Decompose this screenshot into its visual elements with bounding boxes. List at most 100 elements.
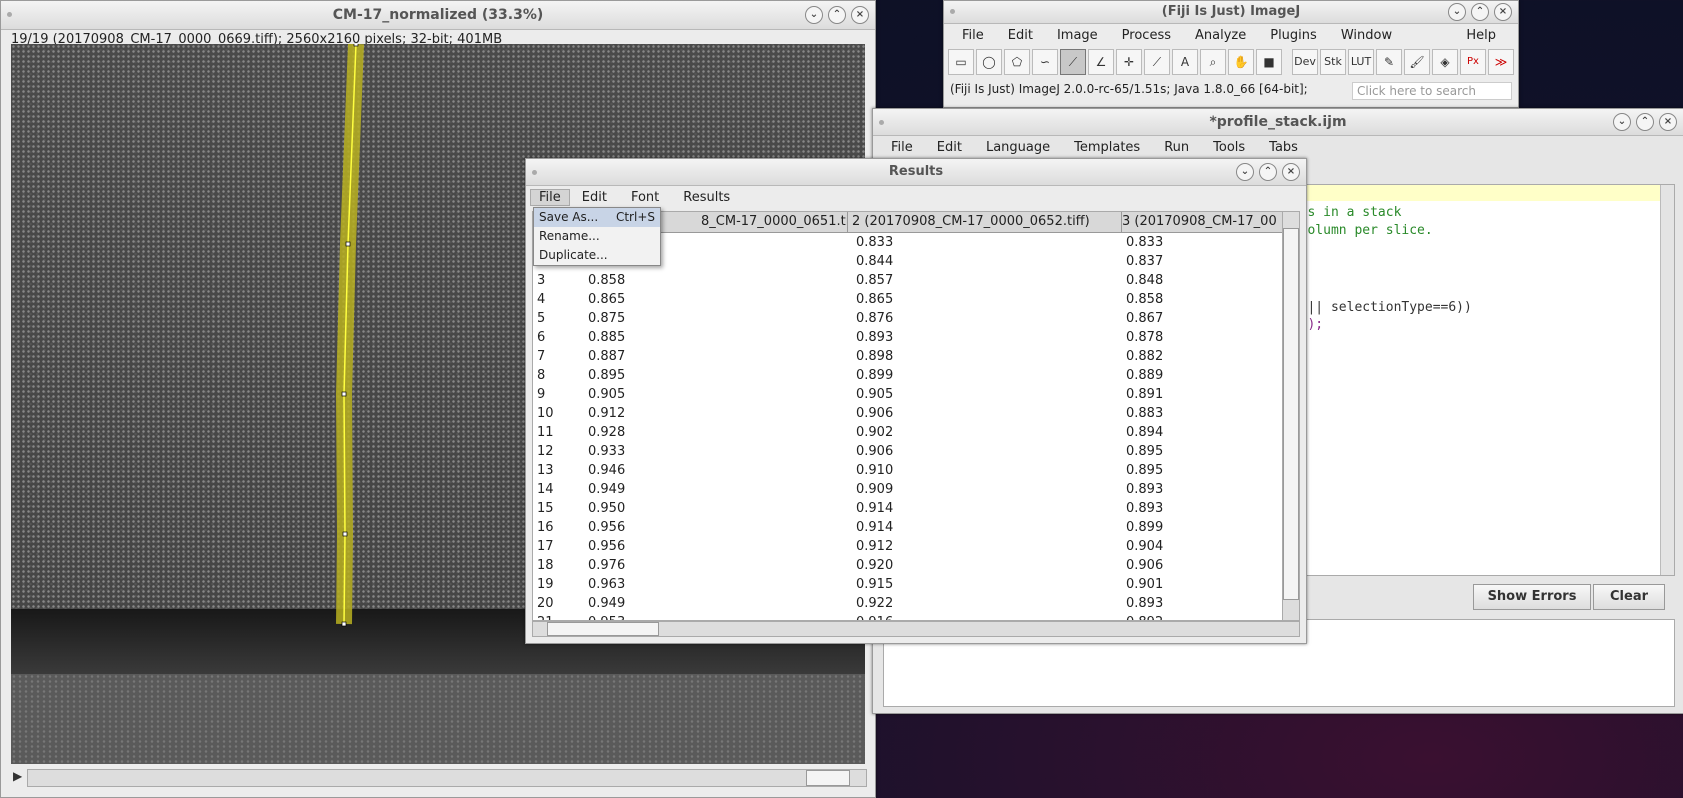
table-row[interactable]: 11 0.928 0.902 0.894 bbox=[533, 423, 1283, 442]
editor-titlebar[interactable]: *profile_stack.ijm ⌄ ⌃ × bbox=[873, 109, 1683, 136]
editor-menu-tools[interactable]: Tools bbox=[1201, 140, 1257, 155]
table-row[interactable]: 4 0.865 0.865 0.858 bbox=[533, 290, 1283, 309]
pencil-tool-icon[interactable]: ✎ bbox=[1376, 49, 1402, 75]
lut-menu-button[interactable]: LUT bbox=[1348, 49, 1374, 75]
zoom-tool-icon[interactable]: ⌕ bbox=[1200, 49, 1226, 75]
polygon-tool-icon[interactable]: ⬠ bbox=[1004, 49, 1030, 75]
table-cell: 0.875 bbox=[588, 311, 626, 326]
table-row[interactable]: 8 0.895 0.899 0.889 bbox=[533, 366, 1283, 385]
oval-tool-icon[interactable]: ◯ bbox=[976, 49, 1002, 75]
hand-tool-icon[interactable]: ✋ bbox=[1228, 49, 1254, 75]
scrollbar-thumb[interactable] bbox=[1283, 228, 1299, 600]
editor-menu-language[interactable]: Language bbox=[974, 140, 1062, 155]
menu-plugins[interactable]: Plugins bbox=[1258, 28, 1329, 43]
show-errors-button[interactable]: Show Errors bbox=[1473, 584, 1591, 610]
results-menu-results[interactable]: Results bbox=[671, 190, 742, 205]
stack-slice-scrollbar[interactable] bbox=[27, 769, 867, 787]
maximize-icon[interactable]: ⌃ bbox=[1636, 113, 1654, 131]
flood-fill-tool-icon[interactable]: ◈ bbox=[1432, 49, 1458, 75]
table-row[interactable]: 14 0.949 0.909 0.893 bbox=[533, 480, 1283, 499]
close-icon[interactable]: × bbox=[1282, 163, 1300, 181]
menu-edit[interactable]: Edit bbox=[996, 28, 1045, 43]
table-row[interactable]: 7 0.887 0.898 0.882 bbox=[533, 347, 1283, 366]
window-menu-icon[interactable] bbox=[532, 170, 537, 175]
stk-menu-button[interactable]: Stk bbox=[1320, 49, 1346, 75]
wand-tool-icon[interactable]: ⟋ bbox=[1144, 49, 1170, 75]
brush-tool-icon[interactable]: 🖌 bbox=[1404, 49, 1430, 75]
scrollbar-thumb[interactable] bbox=[547, 622, 659, 636]
results-title: Results bbox=[888, 164, 944, 179]
table-row[interactable]: 13 0.946 0.910 0.895 bbox=[533, 461, 1283, 480]
close-icon[interactable]: × bbox=[1659, 113, 1677, 131]
column-header-3[interactable]: 3 (20170908_CM-17_00 bbox=[1119, 212, 1283, 232]
window-menu-icon[interactable] bbox=[879, 120, 884, 125]
editor-menu-templates[interactable]: Templates bbox=[1062, 140, 1152, 155]
more-tools-icon[interactable]: ≫ bbox=[1488, 49, 1514, 75]
imagej-titlebar[interactable]: (Fiji Is Just) ImageJ ⌄ ⌃ × bbox=[944, 1, 1518, 24]
editor-vertical-scrollbar[interactable] bbox=[1660, 185, 1674, 575]
close-icon[interactable]: × bbox=[1494, 3, 1512, 21]
results-menu-font[interactable]: Font bbox=[619, 190, 671, 205]
menu-help[interactable]: Help bbox=[1454, 28, 1508, 43]
line-tool-icon[interactable]: ⟋ bbox=[1060, 49, 1086, 75]
results-titlebar[interactable]: Results ⌄ ⌃ × bbox=[526, 159, 1306, 186]
table-row[interactable]: 15 0.950 0.914 0.893 bbox=[533, 499, 1283, 518]
editor-menu-run[interactable]: Run bbox=[1152, 140, 1201, 155]
minimize-icon[interactable]: ⌄ bbox=[805, 6, 823, 24]
table-cell: 0.893 bbox=[1126, 596, 1164, 611]
text-tool-icon[interactable]: A bbox=[1172, 49, 1198, 75]
dev-menu-button[interactable]: Dev bbox=[1292, 49, 1318, 75]
maximize-icon[interactable]: ⌃ bbox=[1259, 163, 1277, 181]
pixel-inspector-tool-icon[interactable]: Px bbox=[1460, 49, 1486, 75]
table-row[interactable]: 3 0.858 0.857 0.848 bbox=[533, 271, 1283, 290]
menu-analyze[interactable]: Analyze bbox=[1183, 28, 1258, 43]
table-row[interactable]: 12 0.933 0.906 0.895 bbox=[533, 442, 1283, 461]
column-header-2[interactable]: 2 (20170908_CM-17_0000_0652.tiff) bbox=[849, 212, 1122, 232]
menu-window[interactable]: Window bbox=[1329, 28, 1404, 43]
color-picker-tool-icon[interactable]: ■ bbox=[1256, 49, 1282, 75]
point-tool-icon[interactable]: ✛ bbox=[1116, 49, 1142, 75]
close-icon[interactable]: × bbox=[851, 6, 869, 24]
menu-file[interactable]: File bbox=[950, 28, 996, 43]
editor-menu-file[interactable]: File bbox=[879, 140, 925, 155]
minimize-icon[interactable]: ⌄ bbox=[1613, 113, 1631, 131]
image-window-titlebar[interactable]: CM-17_normalized (33.3%) ⌄ ⌃ × bbox=[1, 1, 875, 30]
results-table[interactable]: 8_CM-17_0000_0651.tiff) 2 (20170908_CM-1… bbox=[532, 211, 1284, 621]
table-row[interactable]: 20 0.949 0.922 0.893 bbox=[533, 594, 1283, 613]
table-row[interactable]: 21 0.953 0.916 0.892 bbox=[533, 613, 1283, 620]
table-row[interactable]: 9 0.905 0.905 0.891 bbox=[533, 385, 1283, 404]
angle-tool-icon[interactable]: ∠ bbox=[1088, 49, 1114, 75]
table-row[interactable]: 16 0.956 0.914 0.899 bbox=[533, 518, 1283, 537]
window-menu-icon[interactable] bbox=[950, 9, 955, 14]
freehand-tool-icon[interactable]: ∽ bbox=[1032, 49, 1058, 75]
table-row[interactable]: 17 0.956 0.912 0.904 bbox=[533, 537, 1283, 556]
results-menu-file[interactable]: File bbox=[530, 188, 570, 206]
editor-menu-tabs[interactable]: Tabs bbox=[1257, 140, 1310, 155]
minimize-icon[interactable]: ⌄ bbox=[1236, 163, 1254, 181]
menu-item-save-as[interactable]: Save As... Ctrl+S bbox=[534, 208, 660, 227]
table-row[interactable]: 5 0.875 0.876 0.867 bbox=[533, 309, 1283, 328]
menu-process[interactable]: Process bbox=[1110, 28, 1183, 43]
table-row[interactable]: 19 0.963 0.915 0.901 bbox=[533, 575, 1283, 594]
table-cell: 0.910 bbox=[856, 463, 894, 478]
table-row[interactable]: 10 0.912 0.906 0.883 bbox=[533, 404, 1283, 423]
search-field[interactable]: Click here to search bbox=[1352, 82, 1512, 100]
maximize-icon[interactable]: ⌃ bbox=[828, 6, 846, 24]
stack-play-icon[interactable]: ▶ bbox=[13, 769, 22, 783]
maximize-icon[interactable]: ⌃ bbox=[1471, 3, 1489, 21]
table-row[interactable]: 6 0.885 0.893 0.878 bbox=[533, 328, 1283, 347]
clear-button[interactable]: Clear bbox=[1593, 584, 1665, 610]
scrollbar-thumb[interactable] bbox=[806, 770, 850, 786]
menu-item-rename[interactable]: Rename... bbox=[534, 227, 660, 246]
minimize-icon[interactable]: ⌄ bbox=[1448, 3, 1466, 21]
menu-image[interactable]: Image bbox=[1045, 28, 1110, 43]
table-row[interactable]: 18 0.976 0.920 0.906 bbox=[533, 556, 1283, 575]
imagej-title: (Fiji Is Just) ImageJ bbox=[1161, 4, 1301, 19]
editor-menu-edit[interactable]: Edit bbox=[925, 140, 974, 155]
results-menu-edit[interactable]: Edit bbox=[570, 190, 619, 205]
menu-item-duplicate[interactable]: Duplicate... bbox=[534, 246, 660, 265]
window-menu-icon[interactable] bbox=[7, 12, 12, 17]
rectangle-tool-icon[interactable]: ▭ bbox=[948, 49, 974, 75]
results-horizontal-scrollbar[interactable] bbox=[532, 621, 1300, 637]
results-vertical-scrollbar[interactable] bbox=[1282, 211, 1300, 621]
